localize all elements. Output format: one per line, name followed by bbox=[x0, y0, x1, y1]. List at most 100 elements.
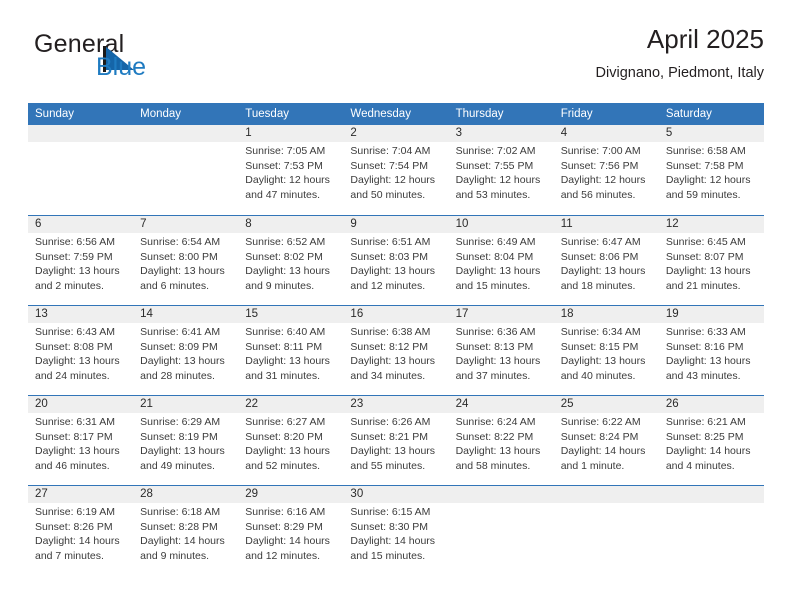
calendar-day-cell[interactable]: 17 Sunrise: 6:36 AM Sunset: 8:13 PM Dayl… bbox=[449, 306, 554, 395]
calendar-day-cell[interactable]: 2 Sunrise: 7:04 AM Sunset: 7:54 PM Dayli… bbox=[343, 125, 448, 215]
generalblue-logo[interactable]: General Blue bbox=[34, 30, 254, 86]
sunrise-text: Sunrise: 7:00 AM bbox=[560, 145, 641, 157]
daylight-text-line2: and 47 minutes. bbox=[245, 188, 320, 201]
title-block: April 2025 Divignano, Piedmont, Italy bbox=[596, 22, 764, 84]
calendar-day-cell[interactable]: 29 Sunrise: 6:16 AM Sunset: 8:29 PM Dayl… bbox=[238, 486, 343, 575]
daylight-text-line2: and 7 minutes. bbox=[35, 549, 104, 562]
day-number: 16 bbox=[350, 308, 364, 320]
calendar-day-cell[interactable]: 7 Sunrise: 6:54 AM Sunset: 8:00 PM Dayli… bbox=[133, 216, 238, 305]
day-details: Sunrise: 6:33 AM Sunset: 8:16 PM Dayligh… bbox=[666, 325, 760, 383]
calendar-day-cell[interactable] bbox=[133, 125, 238, 215]
calendar-day-cell[interactable] bbox=[28, 125, 133, 215]
day-number: 9 bbox=[350, 218, 357, 230]
calendar-day-cell[interactable] bbox=[659, 486, 764, 575]
page-title: April 2025 bbox=[646, 24, 764, 54]
calendar-day-cell[interactable]: 8 Sunrise: 6:52 AM Sunset: 8:02 PM Dayli… bbox=[238, 216, 343, 305]
calendar-day-cell[interactable]: 13 Sunrise: 6:43 AM Sunset: 8:08 PM Dayl… bbox=[28, 306, 133, 395]
weekday-header-tuesday: Tuesday bbox=[245, 108, 289, 120]
sunrise-text: Sunrise: 6:51 AM bbox=[350, 236, 431, 248]
daylight-text-line2: and 12 minutes. bbox=[350, 279, 426, 292]
day-details: Sunrise: 6:31 AM Sunset: 8:17 PM Dayligh… bbox=[35, 415, 129, 473]
daylight-text-line1: Daylight: 13 hours bbox=[140, 355, 225, 368]
day-number: 27 bbox=[35, 488, 48, 500]
calendar-day-cell[interactable]: 19 Sunrise: 6:33 AM Sunset: 8:16 PM Dayl… bbox=[659, 306, 764, 395]
page-header: General Blue April 2025 Divignano, Piedm… bbox=[28, 22, 764, 94]
daylight-text-line2: and 15 minutes. bbox=[455, 279, 531, 292]
sunset-text: Sunset: 8:22 PM bbox=[455, 430, 534, 443]
sunrise-text: Sunrise: 6:49 AM bbox=[455, 236, 536, 248]
calendar-day-cell[interactable]: 1 Sunrise: 7:05 AM Sunset: 7:53 PM Dayli… bbox=[238, 125, 343, 215]
calendar-day-cell[interactable]: 25 Sunrise: 6:22 AM Sunset: 8:24 PM Dayl… bbox=[554, 396, 659, 485]
calendar-day-cell[interactable]: 15 Sunrise: 6:40 AM Sunset: 8:11 PM Dayl… bbox=[238, 306, 343, 395]
calendar-day-cell[interactable]: 16 Sunrise: 6:38 AM Sunset: 8:12 PM Dayl… bbox=[343, 306, 448, 395]
calendar-day-cell[interactable] bbox=[554, 486, 659, 575]
calendar-day-cell[interactable]: 9 Sunrise: 6:51 AM Sunset: 8:03 PM Dayli… bbox=[343, 216, 448, 305]
calendar-day-cell[interactable]: 28 Sunrise: 6:18 AM Sunset: 8:28 PM Dayl… bbox=[133, 486, 238, 575]
day-details: Sunrise: 7:02 AM Sunset: 7:55 PM Dayligh… bbox=[456, 144, 550, 202]
sunset-text: Sunset: 8:26 PM bbox=[35, 520, 113, 533]
daylight-text-line1: Daylight: 13 hours bbox=[455, 265, 541, 278]
sunrise-text: Sunrise: 6:47 AM bbox=[560, 236, 641, 248]
day-number: 28 bbox=[140, 488, 153, 500]
daylight-text-line2: and 31 minutes. bbox=[245, 369, 320, 382]
day-number: 22 bbox=[245, 398, 259, 410]
day-details: Sunrise: 7:05 AM Sunset: 7:53 PM Dayligh… bbox=[245, 144, 339, 202]
day-number: 29 bbox=[245, 488, 259, 500]
day-number: 21 bbox=[140, 398, 153, 410]
calendar-day-cell[interactable] bbox=[449, 486, 554, 575]
daylight-text-line1: Daylight: 13 hours bbox=[665, 265, 751, 278]
calendar-day-cell[interactable]: 23 Sunrise: 6:26 AM Sunset: 8:21 PM Dayl… bbox=[343, 396, 448, 485]
calendar-day-cell[interactable]: 22 Sunrise: 6:27 AM Sunset: 8:20 PM Dayl… bbox=[238, 396, 343, 485]
day-number: 30 bbox=[350, 488, 364, 500]
calendar-day-cell[interactable]: 10 Sunrise: 6:49 AM Sunset: 8:04 PM Dayl… bbox=[449, 216, 554, 305]
calendar-day-cell[interactable]: 12 Sunrise: 6:45 AM Sunset: 8:07 PM Dayl… bbox=[659, 216, 764, 305]
day-details: Sunrise: 6:15 AM Sunset: 8:30 PM Dayligh… bbox=[350, 505, 444, 563]
sunset-text: Sunset: 8:06 PM bbox=[560, 250, 639, 263]
day-number: 19 bbox=[665, 308, 679, 320]
day-number: 18 bbox=[560, 308, 574, 320]
calendar-day-cell[interactable]: 3 Sunrise: 7:02 AM Sunset: 7:55 PM Dayli… bbox=[449, 125, 554, 215]
day-details: Sunrise: 6:18 AM Sunset: 8:28 PM Dayligh… bbox=[140, 505, 234, 563]
day-number: 13 bbox=[35, 308, 48, 320]
sunrise-text: Sunrise: 6:43 AM bbox=[35, 326, 115, 338]
calendar-day-cell[interactable]: 26 Sunrise: 6:21 AM Sunset: 8:25 PM Dayl… bbox=[659, 396, 764, 485]
day-number: 10 bbox=[455, 218, 469, 230]
day-details: Sunrise: 6:58 AM Sunset: 7:58 PM Dayligh… bbox=[666, 144, 760, 202]
day-number: 1 bbox=[245, 127, 252, 139]
day-details: Sunrise: 7:00 AM Sunset: 7:56 PM Dayligh… bbox=[561, 144, 655, 202]
weekday-header-row: Sunday Monday Tuesday Wednesday Thursday… bbox=[28, 103, 764, 125]
sunrise-text: Sunrise: 6:18 AM bbox=[140, 506, 221, 518]
sunset-text: Sunset: 8:29 PM bbox=[245, 520, 323, 533]
calendar-day-cell[interactable]: 24 Sunrise: 6:24 AM Sunset: 8:22 PM Dayl… bbox=[449, 396, 554, 485]
calendar-day-cell[interactable]: 27 Sunrise: 6:19 AM Sunset: 8:26 PM Dayl… bbox=[28, 486, 133, 575]
calendar-day-cell[interactable]: 11 Sunrise: 6:47 AM Sunset: 8:06 PM Dayl… bbox=[554, 216, 659, 305]
sunrise-text: Sunrise: 6:40 AM bbox=[245, 326, 326, 338]
day-number: 14 bbox=[140, 308, 153, 320]
sunset-text: Sunset: 8:11 PM bbox=[245, 340, 323, 353]
day-details: Sunrise: 6:52 AM Sunset: 8:02 PM Dayligh… bbox=[245, 235, 339, 293]
sunset-text: Sunset: 8:00 PM bbox=[140, 250, 218, 263]
calendar-day-cell[interactable]: 4 Sunrise: 7:00 AM Sunset: 7:56 PM Dayli… bbox=[554, 125, 659, 215]
sunset-text: Sunset: 8:07 PM bbox=[665, 250, 744, 263]
sunrise-text: Sunrise: 6:38 AM bbox=[350, 326, 431, 338]
calendar-day-cell[interactable]: 6 Sunrise: 6:56 AM Sunset: 7:59 PM Dayli… bbox=[28, 216, 133, 305]
sunset-text: Sunset: 8:24 PM bbox=[560, 430, 639, 443]
calendar-day-cell[interactable]: 14 Sunrise: 6:41 AM Sunset: 8:09 PM Dayl… bbox=[133, 306, 238, 395]
sunset-text: Sunset: 8:30 PM bbox=[350, 520, 429, 533]
sunrise-text: Sunrise: 6:21 AM bbox=[665, 416, 746, 428]
day-number: 20 bbox=[35, 398, 48, 410]
day-number: 3 bbox=[455, 127, 462, 139]
sunset-text: Sunset: 8:16 PM bbox=[665, 340, 744, 353]
daylight-text-line2: and 28 minutes. bbox=[140, 369, 215, 382]
calendar-day-cell[interactable]: 21 Sunrise: 6:29 AM Sunset: 8:19 PM Dayl… bbox=[133, 396, 238, 485]
calendar-day-cell[interactable]: 18 Sunrise: 6:34 AM Sunset: 8:15 PM Dayl… bbox=[554, 306, 659, 395]
sunset-text: Sunset: 8:15 PM bbox=[560, 340, 639, 353]
daylight-text-line1: Daylight: 13 hours bbox=[35, 445, 120, 458]
sunrise-text: Sunrise: 6:34 AM bbox=[560, 326, 641, 338]
daylight-text-line2: and 6 minutes. bbox=[140, 279, 210, 292]
sunrise-text: Sunrise: 6:52 AM bbox=[245, 236, 326, 248]
calendar-day-cell[interactable]: 20 Sunrise: 6:31 AM Sunset: 8:17 PM Dayl… bbox=[28, 396, 133, 485]
calendar-day-cell[interactable]: 30 Sunrise: 6:15 AM Sunset: 8:30 PM Dayl… bbox=[343, 486, 448, 575]
calendar-day-cell[interactable]: 5 Sunrise: 6:58 AM Sunset: 7:58 PM Dayli… bbox=[659, 125, 764, 215]
calendar-week-row: 13 Sunrise: 6:43 AM Sunset: 8:08 PM Dayl… bbox=[28, 305, 764, 395]
